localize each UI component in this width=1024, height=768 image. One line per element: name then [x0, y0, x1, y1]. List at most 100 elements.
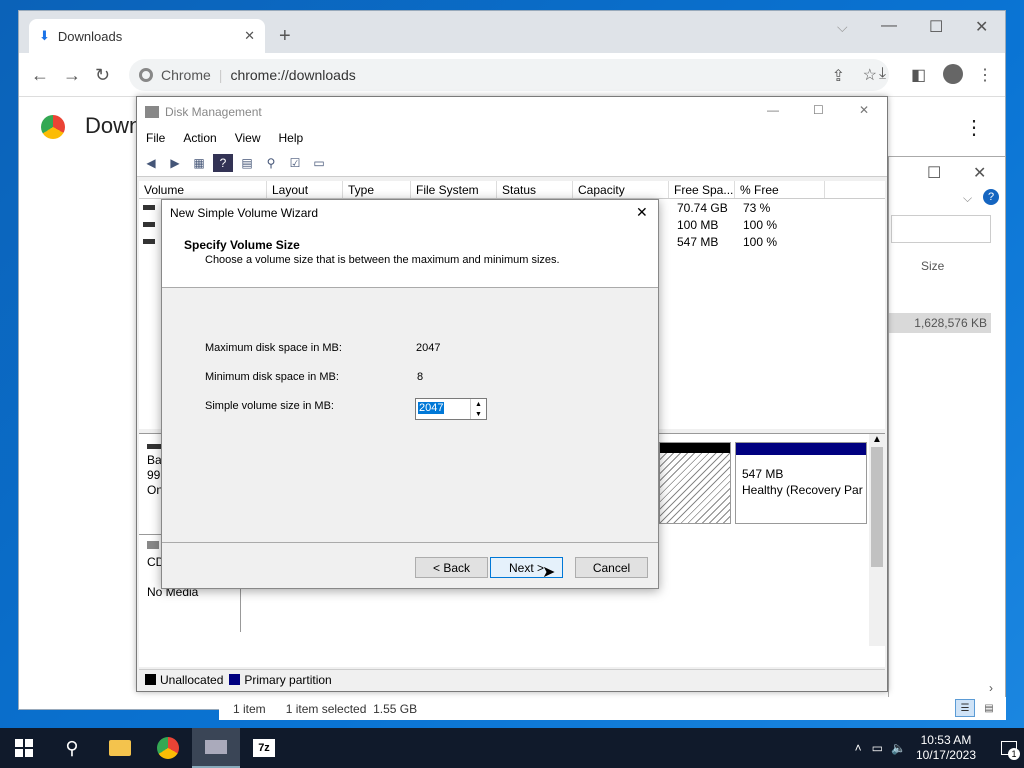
- close-tab-icon[interactable]: ✕: [244, 28, 255, 44]
- legend-unallocated: Unallocated: [160, 672, 224, 687]
- details-view-icon[interactable]: ☰: [955, 699, 975, 717]
- legend-swatch-primary: [229, 674, 241, 685]
- legend: Unallocated Primary partition: [139, 669, 885, 689]
- dm-minimize-icon[interactable]: —: [767, 103, 779, 117]
- reload-icon[interactable]: ↻: [95, 65, 110, 86]
- selected-file-row[interactable]: 1,628,576 KB: [889, 313, 991, 333]
- disk-icon: [147, 444, 161, 449]
- tiles-view-icon[interactable]: ▤: [979, 699, 999, 717]
- max-size-value: 2047: [416, 342, 441, 354]
- close-window-icon[interactable]: ✕: [975, 17, 988, 37]
- bookmark-star-icon[interactable]: ☆: [863, 65, 877, 85]
- browser-toolbar: ← → ↻ Chrome | chrome://downloads ⇪ ☆ ⤓ …: [19, 53, 1005, 97]
- col-filesystem[interactable]: File System: [411, 181, 497, 198]
- folder-icon: [109, 740, 131, 756]
- network-icon[interactable]: ▭: [872, 741, 883, 755]
- search-button[interactable]: ⚲: [48, 728, 96, 768]
- status-item-count: 1 item: [233, 701, 266, 716]
- dm-toolbar: ◀ ▶ ▦ ? ▤ ⚲ ☑ ▭: [137, 149, 887, 177]
- chrome-site-icon: [139, 68, 153, 82]
- omnibox[interactable]: Chrome | chrome://downloads ⇪ ☆: [129, 59, 889, 91]
- volume-size-stepper[interactable]: 2047 ▲ ▼: [415, 398, 487, 420]
- explorer-maximize-icon[interactable]: ☐: [927, 163, 941, 183]
- volume-size-input[interactable]: 2047: [418, 402, 445, 414]
- clock[interactable]: 10:53 AM 10/17/2023: [916, 733, 976, 763]
- volume-list-header: Volume Layout Type File System Status Ca…: [139, 181, 885, 199]
- check-icon[interactable]: ☑: [285, 154, 305, 172]
- tab-search-icon[interactable]: ⌵: [837, 19, 848, 36]
- menu-view[interactable]: View: [226, 131, 270, 145]
- downloads-icon[interactable]: ⤓: [879, 65, 886, 83]
- scroll-up-icon[interactable]: ▲: [869, 434, 885, 445]
- dm-maximize-icon[interactable]: ☐: [813, 103, 824, 117]
- explorer-close-icon[interactable]: ✕: [973, 163, 986, 183]
- menu-help[interactable]: Help: [270, 131, 313, 145]
- col-volume[interactable]: Volume: [139, 181, 267, 198]
- cell-pct: 100 %: [743, 235, 778, 249]
- drive-icon: [143, 239, 155, 244]
- legend-primary: Primary partition: [244, 672, 332, 687]
- maximize-icon[interactable]: ☐: [929, 17, 943, 37]
- back-icon[interactable]: ←: [31, 65, 49, 86]
- col-pct-free[interactable]: % Free: [735, 181, 825, 198]
- back-arrow-icon[interactable]: ◀: [141, 154, 161, 172]
- taskbar-chrome[interactable]: [144, 728, 192, 768]
- menu-action[interactable]: Action: [174, 131, 225, 145]
- minimize-icon[interactable]: —: [881, 17, 897, 35]
- start-button[interactable]: [0, 728, 48, 768]
- side-panel-icon[interactable]: ◧: [911, 65, 926, 85]
- clock-time: 10:53 AM: [920, 733, 972, 747]
- explorer-search-box[interactable]: [891, 215, 991, 243]
- spin-up-icon[interactable]: ▲: [470, 399, 486, 409]
- search-icon: ⚲: [65, 737, 79, 758]
- notification-button[interactable]: 1: [994, 728, 1024, 768]
- cell-free: 547 MB: [677, 235, 719, 249]
- menu-file[interactable]: File: [137, 131, 174, 145]
- col-layout[interactable]: Layout: [267, 181, 343, 198]
- cell-free: 70.74 GB: [677, 201, 728, 215]
- omnibox-url: chrome://downloads: [230, 67, 356, 83]
- drive-icon: [143, 205, 155, 210]
- list-view-icon[interactable]: ▤: [237, 154, 257, 172]
- unallocated-partition[interactable]: [659, 442, 731, 524]
- new-tab-icon[interactable]: +: [279, 25, 291, 48]
- notification-badge: 1: [1008, 748, 1020, 760]
- column-header-size[interactable]: Size: [921, 259, 944, 273]
- disk-mgmt-icon: [145, 106, 159, 118]
- col-status[interactable]: Status: [497, 181, 573, 198]
- tray-chevron-icon[interactable]: ˄: [855, 741, 862, 755]
- back-button[interactable]: < Back: [415, 557, 488, 578]
- volume-muted-icon[interactable]: 🔈: [891, 741, 906, 755]
- forward-arrow-icon[interactable]: ▶: [165, 154, 185, 172]
- console-icon[interactable]: ▭: [309, 154, 329, 172]
- forward-icon[interactable]: →: [63, 65, 81, 86]
- taskbar-7zip[interactable]: 7z: [240, 728, 288, 768]
- properties-icon[interactable]: ▦: [189, 154, 209, 172]
- col-type[interactable]: Type: [343, 181, 411, 198]
- wizard-header: New Simple Volume Wizard ✕ Specify Volum…: [162, 200, 658, 288]
- dm-close-icon[interactable]: ✕: [859, 103, 869, 117]
- col-free-space[interactable]: Free Spa...: [669, 181, 735, 198]
- help-icon[interactable]: ?: [983, 189, 999, 205]
- vertical-scrollbar[interactable]: ▲: [869, 434, 885, 646]
- expand-chevron-icon[interactable]: ⌵: [963, 191, 972, 206]
- help-book-icon[interactable]: ?: [213, 153, 233, 172]
- omnibox-divider: |: [218, 67, 223, 83]
- taskbar-file-explorer[interactable]: [96, 728, 144, 768]
- scroll-right-icon[interactable]: ›: [989, 681, 993, 695]
- col-capacity[interactable]: Capacity: [573, 181, 669, 198]
- menu-kebab-icon[interactable]: ⋮: [977, 65, 993, 85]
- share-icon[interactable]: ⇪: [832, 66, 845, 86]
- min-size-label: Minimum disk space in MB:: [205, 371, 339, 383]
- new-simple-volume-wizard: New Simple Volume Wizard ✕ Specify Volum…: [161, 199, 659, 589]
- tab-downloads[interactable]: ⬇ Downloads ✕: [29, 19, 265, 53]
- taskbar-disk-management[interactable]: [192, 728, 240, 768]
- profile-avatar[interactable]: [943, 64, 963, 84]
- clock-date: 10/17/2023: [915, 748, 976, 762]
- wizard-close-icon[interactable]: ✕: [636, 204, 648, 221]
- spin-down-icon[interactable]: ▼: [470, 409, 486, 419]
- recovery-partition[interactable]: 547 MB Healthy (Recovery Par: [735, 442, 867, 524]
- connect-icon[interactable]: ⚲: [261, 154, 281, 172]
- cancel-button[interactable]: Cancel: [575, 557, 648, 578]
- page-menu-icon[interactable]: ⋮: [964, 115, 984, 140]
